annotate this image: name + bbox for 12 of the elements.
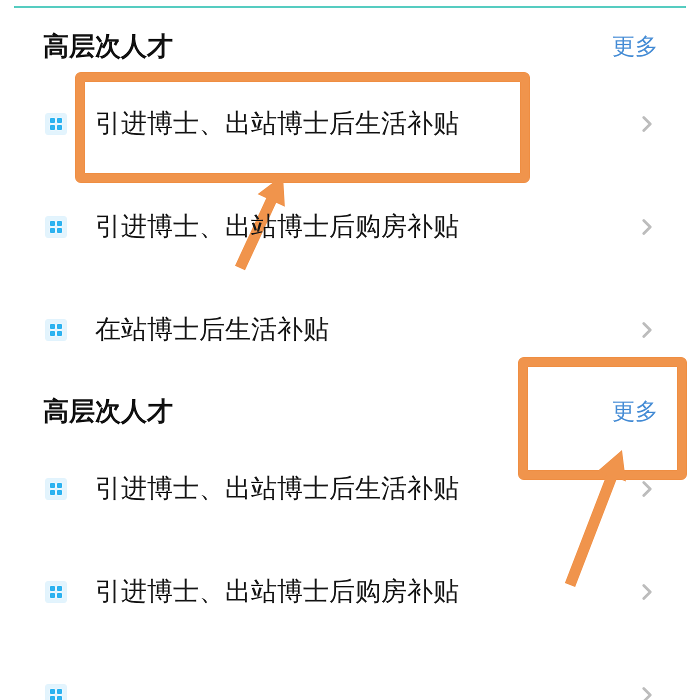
list-item-label[interactable]: 引进博士、出站博士后生活补贴 (95, 106, 459, 141)
grid-icon (45, 580, 67, 602)
grid-icon (45, 318, 67, 340)
list-item-label[interactable]: 在站博士后生活补贴 (95, 312, 329, 347)
grid-icon (45, 112, 67, 134)
section-title: 高层次人才 (43, 397, 173, 427)
grid-icon (45, 478, 67, 500)
list-item-label[interactable]: 引进博士、出站博士后生活补贴 (95, 471, 459, 506)
section-title: 高层次人才 (43, 32, 173, 62)
grid-icon (45, 216, 67, 238)
list-item-label[interactable]: 引进博士、出站博士后购房补贴 (95, 574, 459, 609)
grid-icon (45, 684, 67, 700)
